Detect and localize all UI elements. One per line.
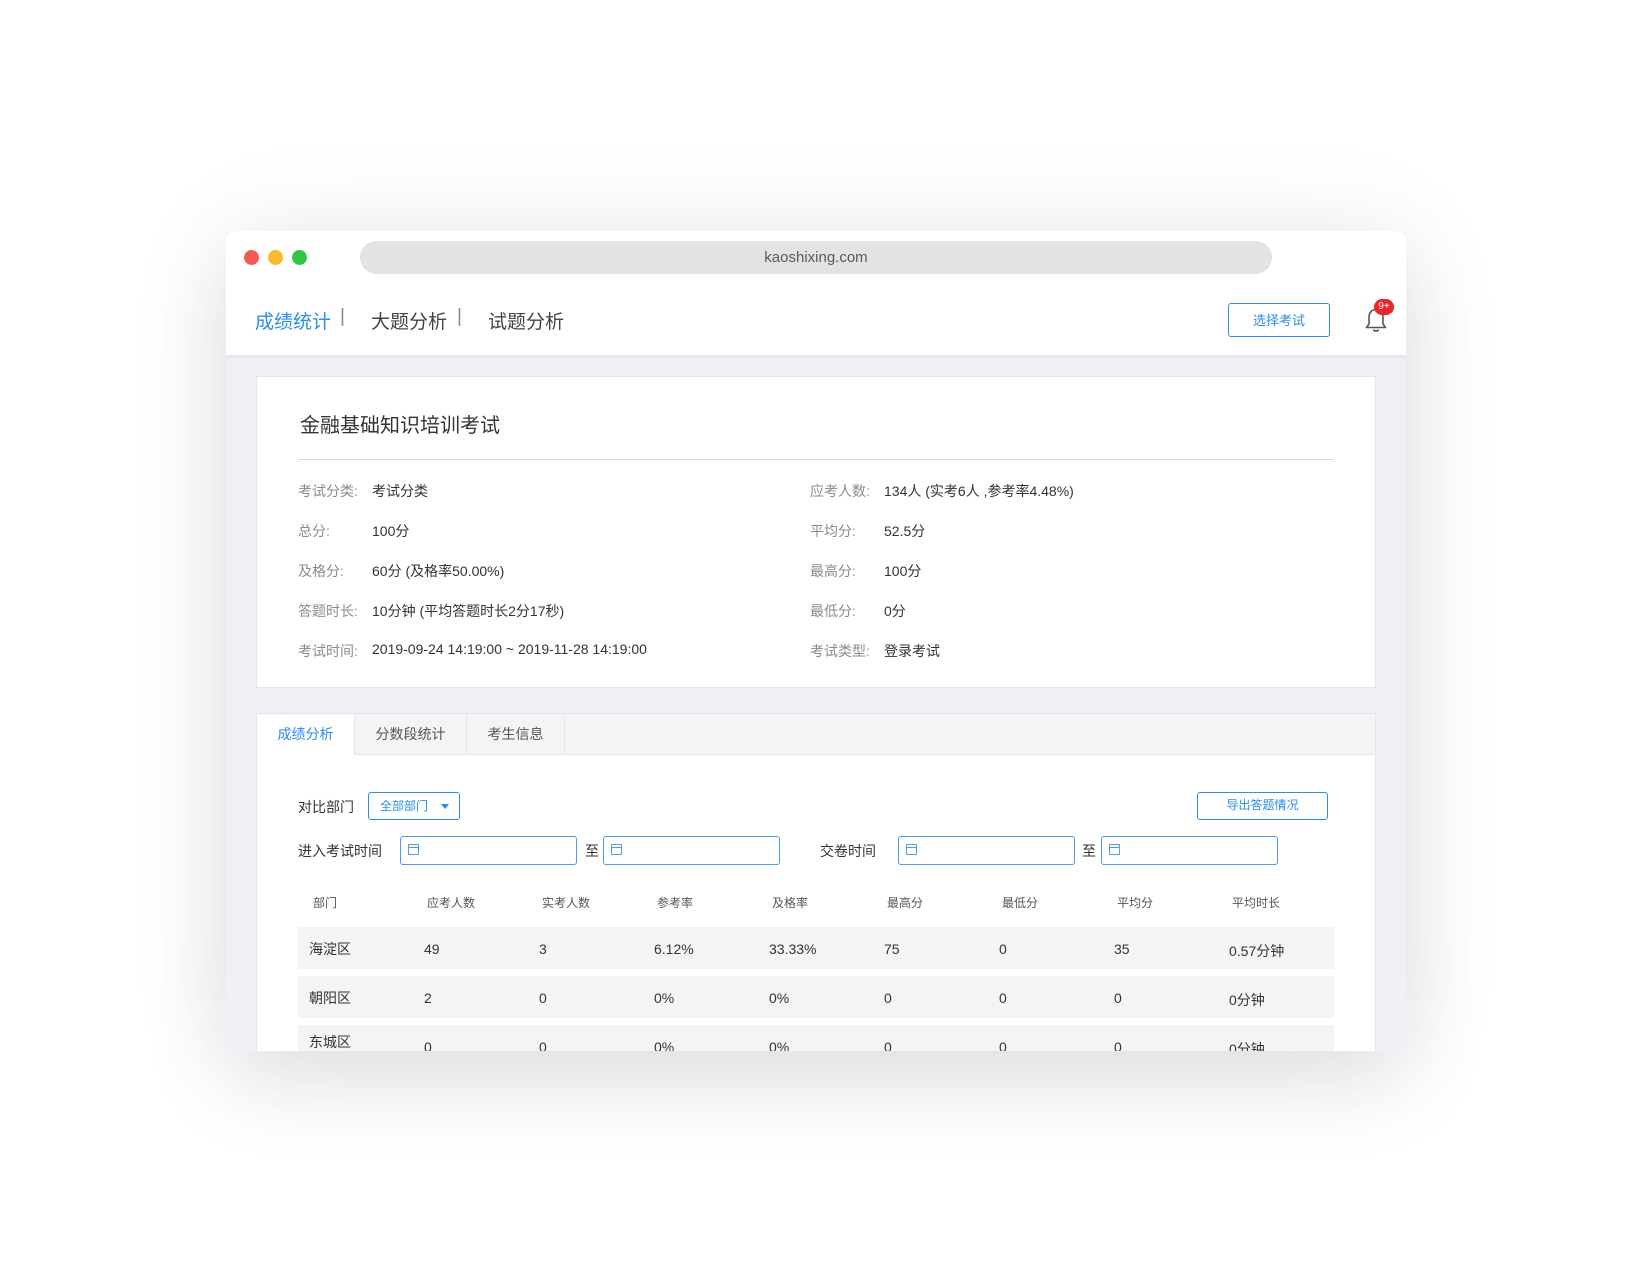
table-header: 及格率: [772, 896, 809, 910]
table-cell: 0: [1114, 1039, 1122, 1051]
analysis-panel: 成绩分析 分数段统计 考生信息 对比部门 全部部门 导出答题情况 进入考试时间 …: [256, 713, 1376, 1051]
nav-separator: |: [340, 306, 345, 327]
info-label: 最低分:: [810, 603, 856, 619]
table-cell: 75: [884, 941, 900, 957]
table-cell: 49: [424, 941, 440, 957]
info-value: 100分: [372, 523, 410, 539]
info-label: 答题时长:: [298, 603, 358, 619]
tab-score-range[interactable]: 分数段统计: [355, 714, 467, 754]
browser-titlebar: kaoshixing.com: [226, 231, 1406, 283]
range-to-label: 至: [585, 843, 599, 859]
table-cell: 0%: [769, 1039, 790, 1051]
table-cell: 0: [539, 1039, 547, 1051]
export-answers-button[interactable]: 导出答题情况: [1197, 792, 1328, 820]
table-cell: 3: [539, 941, 547, 957]
submit-time-start-input[interactable]: [898, 836, 1075, 865]
calendar-icon: [408, 844, 419, 855]
table-cell: 0: [539, 990, 547, 1006]
enter-time-label: 进入考试时间: [298, 843, 382, 859]
minimize-window-button[interactable]: [268, 250, 283, 265]
info-value: 100分: [884, 563, 922, 579]
table-cell: 0.57分钟: [1229, 943, 1285, 959]
exam-title: 金融基础知识培训考试: [300, 415, 500, 437]
calendar-icon: [906, 844, 917, 855]
info-label: 及格分:: [298, 563, 344, 579]
calendar-icon: [1109, 844, 1120, 855]
tab-score-analysis[interactable]: 成绩分析: [257, 714, 355, 755]
table-header: 参考率: [657, 896, 694, 910]
table-cell: 0: [884, 1039, 892, 1051]
table-header: 最低分: [1002, 896, 1039, 910]
tab-bar: 成绩分析 分数段统计 考生信息: [257, 714, 1375, 755]
submit-time-label: 交卷时间: [820, 843, 876, 859]
compare-dept-label: 对比部门: [298, 799, 354, 815]
info-label: 平均分:: [810, 523, 856, 539]
table-cell: 6.12%: [654, 941, 694, 957]
table-cell: 0: [424, 1039, 432, 1051]
table-cell: 0: [999, 990, 1007, 1006]
info-value: 134人 (实考6人 ,参考率4.48%): [884, 483, 1074, 499]
select-exam-button[interactable]: 选择考试: [1228, 303, 1330, 337]
table-cell: 33.33%: [769, 941, 817, 957]
notification-badge: 9+: [1374, 299, 1394, 315]
submit-time-end-input[interactable]: [1101, 836, 1278, 865]
nav-question-analysis[interactable]: 试题分析: [488, 307, 564, 334]
top-navigation: 成绩统计 | 大题分析 | 试题分析 选择考试 9+: [226, 283, 1406, 355]
nav-score-stats[interactable]: 成绩统计: [255, 307, 331, 334]
table-cell: 2: [424, 990, 432, 1006]
info-label: 应考人数:: [810, 483, 870, 499]
table-cell: 0: [999, 1039, 1007, 1051]
table-row: [298, 976, 1334, 1018]
info-value: 2019-09-24 14:19:00 ~ 2019-11-28 14:19:0…: [372, 641, 647, 657]
info-label: 考试分类:: [298, 483, 358, 499]
exam-info-card: 金融基础知识培训考试 考试分类: 考试分类 总分: 100分 及格分: 60分 …: [256, 376, 1376, 688]
maximize-window-button[interactable]: [292, 250, 307, 265]
table-cell: 0分钟: [1229, 1041, 1265, 1051]
table-cell: 0%: [769, 990, 790, 1006]
info-value: 52.5分: [884, 523, 926, 539]
info-label: 考试时间:: [298, 643, 358, 659]
table-header: 最高分: [887, 896, 924, 910]
divider: [298, 459, 1334, 460]
info-value: 60分 (及格率50.00%): [372, 563, 505, 579]
caret-down-icon: [441, 804, 449, 809]
table-header: 平均时长: [1232, 896, 1281, 910]
close-window-button[interactable]: [244, 250, 259, 265]
info-label: 考试类型:: [810, 643, 870, 659]
table-cell: 0: [884, 990, 892, 1006]
nav-separator: |: [457, 306, 462, 327]
table-row: [298, 1025, 1334, 1051]
range-to-label: 至: [1082, 843, 1096, 859]
info-label: 总分:: [298, 523, 330, 539]
table-cell: 海淀区: [309, 941, 351, 957]
nav-section-analysis[interactable]: 大题分析: [371, 307, 447, 334]
table-cell: 0分钟: [1229, 992, 1265, 1008]
enter-time-start-input[interactable]: [400, 836, 577, 865]
table-header: 部门: [313, 896, 338, 910]
table-header: 平均分: [1117, 896, 1154, 910]
dept-select-value: 全部部门: [380, 799, 429, 813]
dept-select[interactable]: 全部部门: [368, 792, 460, 820]
table-cell: 东城区: [309, 1034, 351, 1050]
info-value: 10分钟 (平均答题时长2分17秒): [372, 603, 565, 619]
enter-time-end-input[interactable]: [603, 836, 780, 865]
info-value: 登录考试: [884, 643, 940, 659]
browser-window: kaoshixing.com 成绩统计 | 大题分析 | 试题分析 选择考试 9…: [226, 231, 1406, 1051]
tab-candidate-info[interactable]: 考生信息: [467, 714, 565, 754]
address-bar[interactable]: kaoshixing.com: [360, 241, 1272, 274]
info-value: 0分: [884, 603, 906, 619]
table-cell: 0: [1114, 990, 1122, 1006]
calendar-icon: [611, 844, 622, 855]
screenshot-stage: kaoshixing.com 成绩统计 | 大题分析 | 试题分析 选择考试 9…: [0, 0, 1632, 1288]
table-header: 实考人数: [542, 896, 591, 910]
table-cell: 0%: [654, 990, 675, 1006]
table-header: 应考人数: [427, 896, 476, 910]
table-cell: 朝阳区: [309, 990, 351, 1006]
info-value: 考试分类: [372, 483, 428, 499]
table-cell: 0: [999, 941, 1007, 957]
table-cell: 35: [1114, 941, 1130, 957]
table-cell: 0%: [654, 1039, 675, 1051]
info-label: 最高分:: [810, 563, 856, 579]
